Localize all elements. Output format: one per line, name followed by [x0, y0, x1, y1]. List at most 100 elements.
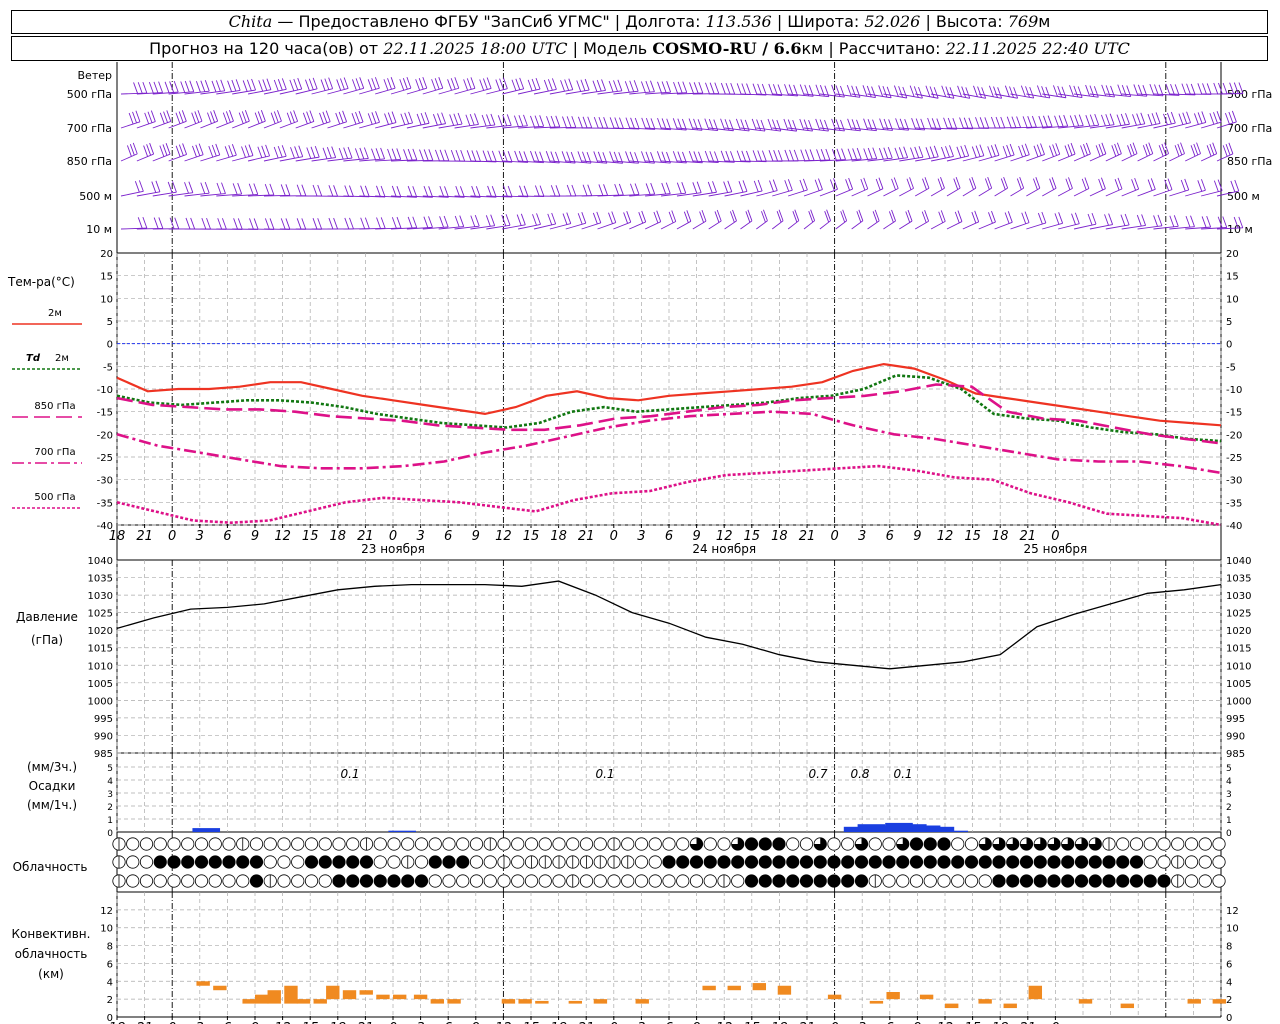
cloud-symbol [194, 837, 209, 851]
wind-barb-feather [787, 179, 793, 191]
wind-barb-feather [280, 184, 286, 196]
wind-barb-feather [1093, 86, 1099, 98]
wind-barb-feather [396, 148, 402, 160]
wind-barb-feather [420, 112, 426, 125]
wind-barb-feather [753, 180, 759, 193]
wind-barb-feather [264, 218, 270, 230]
wind-barb-feather [855, 86, 861, 98]
wind-barb-feather [712, 181, 717, 193]
pres-tick-right: 1025 [1226, 609, 1251, 620]
wind-barb-feather [841, 148, 846, 160]
wind-barb-feather [1061, 86, 1067, 98]
wind-barb-feather [167, 181, 173, 194]
temp-tick-left: 15 [100, 272, 113, 283]
pres-tick-left: 1010 [88, 661, 113, 672]
wind-barb-feather [164, 81, 170, 93]
wind-barb-feather [375, 148, 381, 160]
temp-tick-left: 0 [107, 340, 113, 351]
wind-barb-feather [200, 80, 206, 92]
wind-barb-feather [1116, 114, 1122, 126]
cloud-symbol [909, 874, 924, 888]
wind-level-label: 500 гПа [67, 88, 112, 101]
wind-barb-feather [898, 147, 904, 159]
cloud-symbol [1143, 837, 1157, 851]
wind-barb-feather [523, 114, 528, 126]
wind-barb-feather [971, 146, 977, 158]
wind-barb-feather [1011, 116, 1017, 128]
wind-barb-staff [1042, 153, 1060, 162]
wind-barb-staff [120, 153, 138, 162]
wind-barb-feather [1006, 116, 1012, 128]
wind-barb-staff [962, 221, 979, 230]
wind-barb-feather [264, 183, 270, 196]
wind-barb-feather [387, 112, 393, 124]
wind-barb-feather [1206, 83, 1212, 95]
wind-barb-feather [453, 113, 459, 125]
wind-barb-feather [592, 212, 598, 225]
wind-barb-feather [1067, 144, 1073, 156]
wind-barb-feather [851, 85, 857, 97]
wind-barb-feather [1038, 115, 1044, 128]
cloud-symbol [579, 837, 594, 851]
wind-barb-staff [1026, 222, 1046, 230]
wind-barb-feather [1134, 177, 1140, 190]
wind-barb-staff [216, 120, 234, 129]
wind-barb-feather [633, 80, 639, 92]
wind-barb-feather [434, 78, 440, 90]
prec-tick-right: 1 [1226, 816, 1232, 826]
wind-barb-feather [184, 80, 190, 93]
wind-barb-feather [229, 110, 234, 122]
wind-barb-feather [657, 81, 662, 93]
cloud-symbol [194, 874, 209, 888]
wind-barb-feather [265, 144, 271, 157]
cloud-symbol [937, 855, 951, 869]
cloud-symbol [263, 837, 277, 851]
wind-barb-staff [1153, 153, 1169, 162]
cloud-symbol [1212, 874, 1226, 888]
cloud-symbol [414, 874, 429, 888]
wind-barb-feather [142, 216, 148, 229]
wind-barb-feather [162, 144, 168, 156]
wind-barb-feather [903, 146, 909, 158]
wind-barb-feather [435, 149, 440, 161]
wind-barb-staff [200, 154, 220, 162]
pres-tick-right: 1000 [1226, 696, 1251, 707]
wind-barb-feather [789, 149, 794, 162]
cloud-symbol [139, 855, 154, 869]
wind-barb-feather [180, 81, 186, 93]
wind-barb-feather [149, 142, 155, 155]
wind-barb-feather [132, 111, 137, 124]
cloud-symbol [717, 855, 731, 869]
cloud-symbol [662, 874, 676, 888]
cloud-symbol [1129, 855, 1144, 869]
wind-barb-feather [1025, 86, 1030, 98]
wind-barb-feather [562, 213, 568, 225]
wind-barb-feather [862, 85, 868, 97]
wind-barb-feather [1024, 211, 1030, 223]
wind-barb-staff [1057, 153, 1076, 162]
wind-barb-feather [520, 213, 526, 225]
wind-barb-feather [296, 184, 302, 196]
wind-barb-feather [181, 110, 187, 122]
wind-barb-feather [1031, 115, 1037, 128]
temp-tick-right: -5 [1226, 362, 1236, 373]
wind-barb-feather [592, 80, 598, 92]
wind-barb-feather [519, 77, 525, 90]
wind-barb-staff [247, 120, 266, 129]
wind-barb-feather [376, 185, 381, 197]
wind-barb-feather [1166, 112, 1172, 125]
wind-barb-feather [629, 80, 635, 92]
wind-barb-feather [1089, 85, 1095, 97]
wind-barb-feather [1089, 114, 1095, 126]
cloud-symbol [442, 855, 456, 869]
wind-barb-feather [971, 211, 977, 224]
wind-barb-feather [328, 77, 334, 89]
wind-barb-feather [945, 146, 950, 158]
wind-barb-feather [619, 117, 624, 129]
wind-barb-feather [359, 147, 365, 160]
wind-barb-feather [910, 147, 915, 159]
cloud-symbol [593, 837, 607, 851]
cloud-symbol [428, 855, 442, 869]
wind-barb-feather [777, 84, 783, 96]
wind-barb-feather [799, 179, 805, 192]
